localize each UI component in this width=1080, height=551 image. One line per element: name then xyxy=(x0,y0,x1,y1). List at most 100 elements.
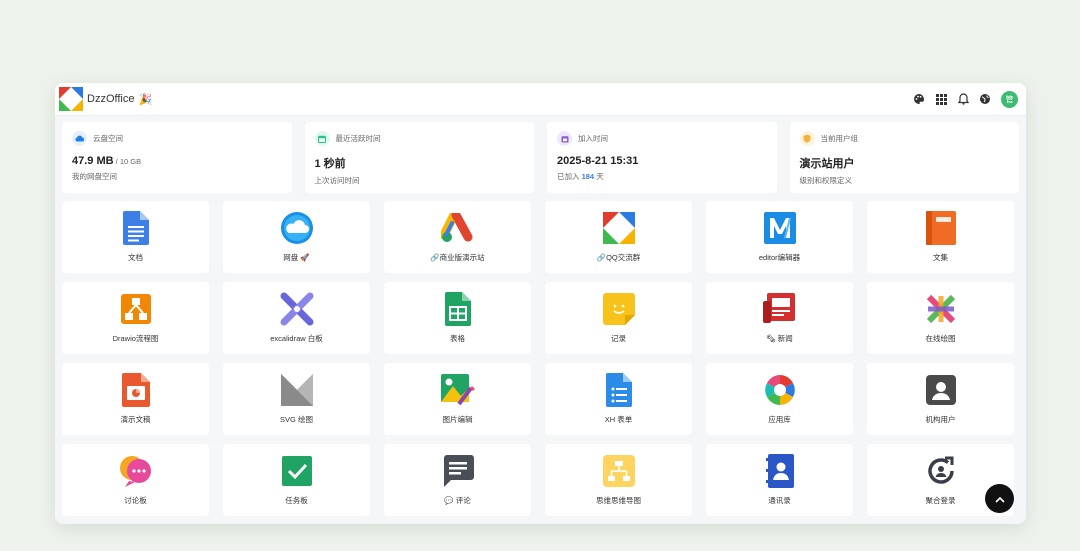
app-label: Drawio流程图 xyxy=(112,334,159,343)
app-label: 聚合登录 xyxy=(925,496,956,505)
app-tile-editor[interactable]: editor编辑器 xyxy=(706,201,853,273)
editor-m-icon xyxy=(763,211,797,245)
stat-card-join-date: 加入时间 2025-8-21 15:31 已加入 184 天 xyxy=(547,122,777,193)
task-check-icon xyxy=(280,454,314,488)
shield-icon xyxy=(799,131,815,146)
slides-icon xyxy=(119,373,153,407)
chat-bubble-icon xyxy=(119,454,153,488)
cloud-icon xyxy=(72,131,87,146)
stat-sub: 级别和权限定义 xyxy=(799,176,853,185)
stat-label: 云盘空间 xyxy=(93,134,123,143)
app-tile-news[interactable]: 🗞 新闻 xyxy=(706,282,853,354)
login-icon xyxy=(924,454,958,488)
docs-icon xyxy=(119,211,153,245)
whiteboard-icon xyxy=(280,292,314,326)
app-label: 网盘 🚀 xyxy=(283,253,310,262)
app-tile-slides[interactable]: 演示文稿 xyxy=(62,363,209,435)
stat-card-storage: 云盘空间 47.9 MB / 10 GB 我的网盘空间 xyxy=(62,122,292,193)
book-icon xyxy=(924,211,958,245)
app-label: editor编辑器 xyxy=(758,253,801,262)
stat-label: 最近活跃时间 xyxy=(335,134,381,143)
app-tile-sheets[interactable]: 表格 xyxy=(384,282,531,354)
app-label: 🔗QQ交流群 xyxy=(596,253,641,262)
stat-sub: 已加入 184 天 xyxy=(557,172,604,181)
stat-value: 2025-8-21 15:31 xyxy=(557,155,639,167)
mindmap-icon xyxy=(602,454,636,488)
app-tile-contacts[interactable]: 通讯录 xyxy=(706,444,853,516)
app-tile-image-edit[interactable]: 图片编辑 xyxy=(384,363,531,435)
app-label: 任务板 xyxy=(285,496,308,505)
app-label: 思维思维导图 xyxy=(596,496,641,505)
org-user-icon xyxy=(924,373,958,407)
stat-value-suffix: / 10 GB xyxy=(113,157,142,166)
contacts-icon xyxy=(763,454,797,488)
note-icon xyxy=(602,292,636,326)
flowchart-icon xyxy=(119,292,153,326)
app-tile-comment[interactable]: 💬 评论 xyxy=(384,444,531,516)
avatar[interactable]: 管 xyxy=(1001,90,1018,108)
app-window: DzzOffice 🎉 管 云盘空间 47.9 MB / 10 GB 我的网盘空… xyxy=(55,83,1026,524)
calendar-plus-icon xyxy=(557,131,572,146)
app-tile-task-board[interactable]: 任务板 xyxy=(223,444,370,516)
app-tile-svg[interactable]: SVG 绘图 xyxy=(223,363,370,435)
app-tile-excalidraw[interactable]: excalidraw 白板 xyxy=(223,282,370,354)
chevron-up-icon xyxy=(994,490,1005,508)
stat-sub: 上次访问时间 xyxy=(314,176,360,185)
form-icon xyxy=(602,373,636,407)
app-tile-xh-form[interactable]: XH 表单 xyxy=(545,363,692,435)
app-label: excalidraw 白板 xyxy=(270,334,323,343)
brand[interactable]: DzzOffice 🎉 xyxy=(59,87,152,111)
app-tile-cloud-drive[interactable]: 网盘 🚀 xyxy=(223,201,370,273)
app-label: XH 表单 xyxy=(604,415,633,424)
app-grid: 文档 网盘 🚀 🔗商业版演示站 🔗QQ交流群 editor编辑器 文集 Draw… xyxy=(62,201,1019,516)
stats-row: 云盘空间 47.9 MB / 10 GB 我的网盘空间 最近活跃时间 1 秒前 … xyxy=(62,122,1019,193)
stat-value: 1 秒前 xyxy=(314,158,346,170)
stat-sub: 我的网盘空间 xyxy=(72,172,117,181)
app-label: 表格 xyxy=(450,334,465,343)
app-tile-app-store[interactable]: 应用库 xyxy=(706,363,853,435)
sheets-icon xyxy=(441,292,475,326)
app-label: 机构用户 xyxy=(925,415,956,424)
palette-icon[interactable] xyxy=(913,93,925,105)
top-bar: DzzOffice 🎉 管 xyxy=(55,83,1026,116)
app-label: 记录 xyxy=(611,334,626,343)
news-icon xyxy=(762,292,797,326)
app-tile-discussion[interactable]: 讨论板 xyxy=(62,444,209,516)
app-label: 文集 xyxy=(933,253,948,262)
app-tile-mindmap[interactable]: 思维思维导图 xyxy=(545,444,692,516)
stat-label: 加入时间 xyxy=(578,134,608,143)
scroll-to-top-button[interactable] xyxy=(985,484,1014,513)
bell-icon[interactable] xyxy=(957,93,969,105)
top-actions: 管 xyxy=(913,90,1018,108)
globe-icon[interactable] xyxy=(979,93,991,105)
app-label: 🗞 新闻 xyxy=(766,334,793,343)
apps-grid-icon[interactable] xyxy=(935,93,947,105)
ads-logo-icon xyxy=(440,211,475,245)
app-label: 讨论板 xyxy=(124,496,147,505)
app-tile-drawio[interactable]: Drawio流程图 xyxy=(62,282,209,354)
dzz-logo-icon xyxy=(59,87,83,111)
app-tile-org-user[interactable]: 机构用户 xyxy=(867,363,1014,435)
stat-label: 当前用户组 xyxy=(820,134,859,143)
stat-value: 演示站用户 xyxy=(799,158,855,170)
cloud-drive-icon xyxy=(280,211,314,245)
stat-card-user-group: 当前用户组 演示站用户 级别和权限定义 xyxy=(789,122,1019,193)
app-name: DzzOffice xyxy=(87,93,135,105)
stat-value: 47.9 MB xyxy=(72,155,114,167)
app-store-icon xyxy=(763,373,797,407)
app-tile-online-drawing[interactable]: 在线绘图 xyxy=(867,282,1014,354)
app-label: 图片编辑 xyxy=(442,415,473,424)
app-tile-commercial-demo[interactable]: 🔗商业版演示站 xyxy=(384,201,531,273)
app-label: 💬 评论 xyxy=(444,496,471,505)
app-tile-notes[interactable]: 记录 xyxy=(545,282,692,354)
app-tile-qq-group[interactable]: 🔗QQ交流群 xyxy=(545,201,692,273)
app-label: 在线绘图 xyxy=(925,334,956,343)
app-tile-anthology[interactable]: 文集 xyxy=(867,201,1014,273)
app-label: SVG 绘图 xyxy=(280,415,313,424)
app-tile-docs[interactable]: 文档 xyxy=(62,201,209,273)
comment-icon xyxy=(441,454,475,488)
app-label: 演示文稿 xyxy=(120,415,151,424)
dzz-logo-icon xyxy=(602,211,636,245)
svg-icon xyxy=(280,373,314,407)
party-icon: 🎉 xyxy=(138,93,153,106)
